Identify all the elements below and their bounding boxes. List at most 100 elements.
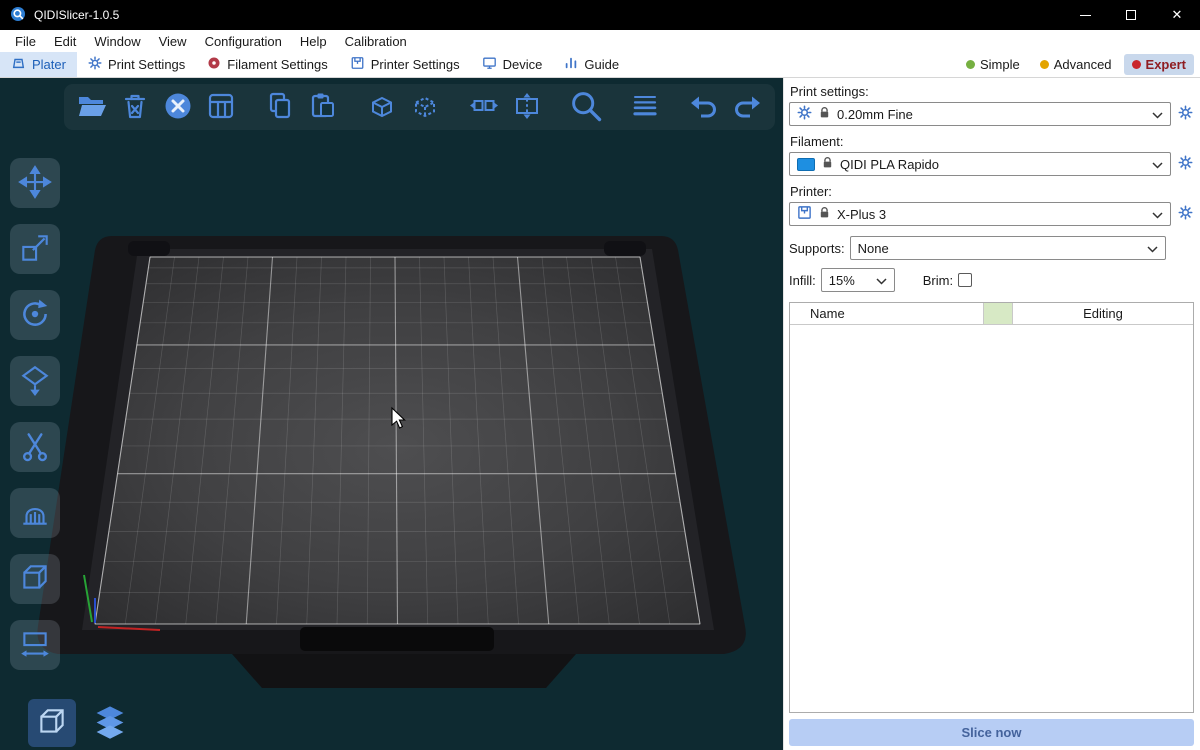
tab-print-settings[interactable]: Print Settings [77,52,196,77]
menu-edit[interactable]: Edit [45,34,85,49]
bed-clip-right [604,241,646,256]
print-settings-label: Print settings: [790,84,1194,99]
split-objects-icon [468,90,500,125]
measure-tool-button[interactable] [10,620,60,670]
remove-instance-cube-icon [409,90,441,125]
paste-button[interactable] [305,89,341,125]
mode-simple[interactable]: Simple [958,54,1028,75]
gear-icon [1178,205,1193,223]
split-to-objects-button[interactable] [466,89,502,125]
layer-height-icon [629,90,661,125]
filament-icon [207,56,221,73]
move-tool-button[interactable] [10,158,60,208]
open-button[interactable] [74,89,110,125]
printer-icon [797,205,812,223]
3d-editor-view-button[interactable] [28,699,76,747]
lock-icon [818,206,831,222]
menu-file[interactable]: File [6,34,45,49]
scale-tool-button[interactable] [10,224,60,274]
tab-filament-settings[interactable]: Filament Settings [196,52,338,77]
delete-all-button[interactable] [160,89,196,125]
maximize-button[interactable] [1108,0,1154,30]
plater-icon [11,56,26,73]
paste-icon [307,90,339,125]
mode-advanced[interactable]: Advanced [1032,54,1120,75]
app-icon [10,6,26,25]
simple-mode-dot-icon [966,60,975,69]
copy-button[interactable] [262,89,298,125]
3d-viewport[interactable] [0,78,783,750]
print-settings-combo[interactable]: 0.20mm Fine [789,102,1171,126]
expert-mode-dot-icon [1132,60,1141,69]
redo-arrow-icon [731,90,763,125]
tab-label: Printer Settings [371,57,460,72]
infill-label: Infill: [789,273,816,288]
menu-calibration[interactable]: Calibration [336,34,416,49]
arrange-button[interactable] [203,89,239,125]
print-settings-gear-button[interactable] [1176,105,1194,123]
undo-button[interactable] [686,89,722,125]
printer-icon [350,56,365,73]
redo-button[interactable] [729,89,765,125]
open-folder-icon [76,90,108,125]
lock-icon [818,106,831,122]
menu-view[interactable]: View [150,34,196,49]
tab-device[interactable]: Device [471,52,554,77]
brim-checkbox[interactable] [958,273,972,287]
guide-icon [564,56,578,73]
mode-expert[interactable]: Expert [1124,54,1194,75]
print-settings-icon [88,56,102,73]
tab-printer-settings[interactable]: Printer Settings [339,52,471,77]
mode-selector: Simple Advanced Expert [958,52,1200,77]
move-icon [18,165,52,202]
scissors-icon [18,429,52,466]
bed-clip-left [128,241,170,256]
filament-combo[interactable]: QIDI PLA Rapido [789,152,1171,176]
split-to-parts-button[interactable] [509,89,545,125]
add-instance-cube-icon [366,90,398,125]
supports-label: Supports: [789,241,845,256]
minimize-icon [1080,15,1091,16]
mode-label: Expert [1146,57,1186,72]
rotate-tool-button[interactable] [10,290,60,340]
delete-button[interactable] [117,89,153,125]
slice-now-button[interactable]: Slice now [789,719,1194,746]
add-instance-button[interactable] [364,89,400,125]
supports-combo[interactable]: None [850,236,1166,260]
gear-icon [1178,155,1193,173]
infill-combo[interactable]: 15% [821,268,895,292]
paint-supports-tool-button[interactable] [10,488,60,538]
column-header-editing: Editing [1013,303,1193,324]
column-header-extruder [983,303,1013,324]
device-icon [482,56,497,73]
remove-instance-button[interactable] [407,89,443,125]
chevron-down-icon [1147,241,1158,256]
variable-layer-height-button[interactable] [627,89,663,125]
menu-help[interactable]: Help [291,34,336,49]
rotate-icon [18,297,52,334]
printer-combo[interactable]: X-Plus 3 [789,202,1171,226]
cut-tool-button[interactable] [10,422,60,472]
tab-guide[interactable]: Guide [553,52,630,77]
filament-gear-button[interactable] [1176,155,1194,173]
gear-icon [1178,105,1193,123]
search-icon [568,88,604,127]
preview-view-button[interactable] [86,699,134,747]
place-on-face-tool-button[interactable] [10,356,60,406]
brim-label: Brim: [923,273,953,288]
tab-plater[interactable]: Plater [0,52,77,77]
search-button[interactable] [568,89,604,125]
undo-arrow-icon [688,90,720,125]
close-button[interactable]: ✕ [1154,0,1200,30]
minimize-button[interactable] [1062,0,1108,30]
top-toolbar [64,84,775,130]
maximize-icon [1126,10,1136,20]
object-list-body[interactable] [790,325,1193,712]
printer-front-apron [232,654,576,688]
menu-configuration[interactable]: Configuration [196,34,291,49]
delete-all-icon [162,90,194,125]
menu-window[interactable]: Window [85,34,149,49]
printer-gear-button[interactable] [1176,205,1194,223]
printer-label: Printer: [790,184,1194,199]
seam-tool-button[interactable] [10,554,60,604]
